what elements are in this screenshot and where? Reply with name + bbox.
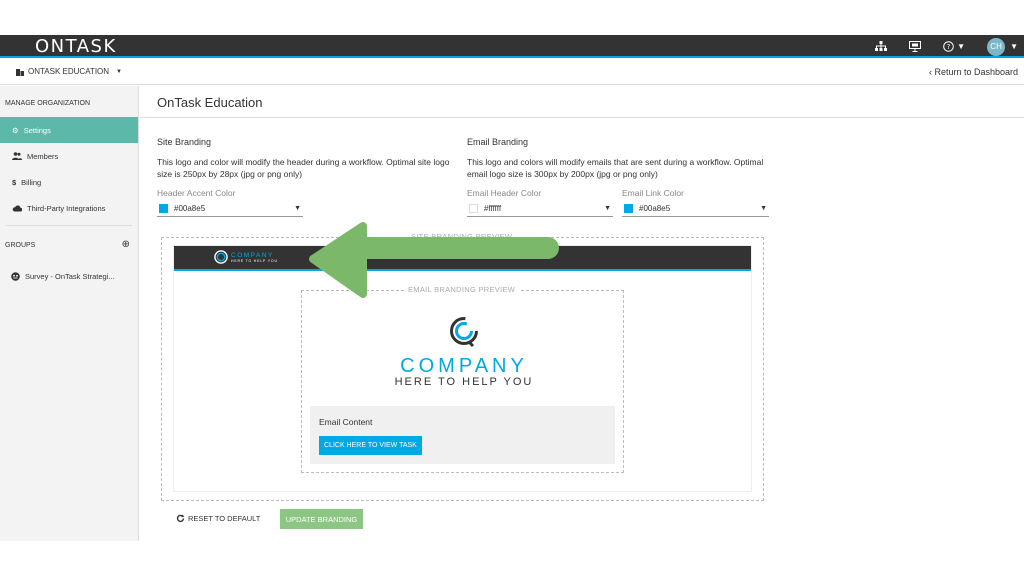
presentation-icon[interactable]: [909, 41, 922, 52]
update-branding-button[interactable]: UPDATE BRANDING: [280, 509, 363, 529]
sidebar-item-label: Members: [27, 151, 59, 161]
email-content-box: Email Content CLICK HERE TO VIEW TASK: [310, 406, 615, 464]
site-branding-description: This logo and color will modify the head…: [157, 157, 450, 179]
add-group-icon[interactable]: ⊕: [122, 239, 130, 250]
sidebar-item-label: Settings: [23, 125, 51, 135]
site-logo-tagline: HERE TO HELP YOU: [231, 258, 278, 263]
sidebar-item-third-party-integrations[interactable]: Third-Party Integrations: [0, 195, 138, 221]
return-to-dashboard-link[interactable]: ‹ Return to Dashboard: [929, 67, 1018, 77]
email-branding-preview-legend: EMAIL BRANDING PREVIEW: [404, 285, 520, 294]
chevron-down-icon: ▼: [1010, 42, 1018, 51]
building-icon: [16, 68, 24, 76]
email-link-color-swatch: [624, 204, 633, 213]
title-divider: [140, 117, 1024, 118]
sidebar-divider: [6, 225, 132, 226]
manage-organization-heading: MANAGE ORGANIZATION: [5, 100, 91, 107]
site-logo-company: COMPANY: [231, 251, 274, 259]
site-branding-preview-legend: SITE BRANDING PREVIEW: [407, 232, 517, 241]
email-branding-description: This logo and colors will modify emails …: [467, 157, 764, 179]
email-header-color-swatch: [469, 204, 478, 213]
sidebar-item-members[interactable]: Members: [0, 143, 138, 169]
avatar: CH: [987, 37, 1006, 56]
cloud-icon: [12, 205, 22, 212]
view-task-button[interactable]: CLICK HERE TO VIEW TASK: [319, 436, 422, 455]
accent-color-swatch: [159, 204, 168, 213]
sidebar-item-billing[interactable]: $ Billing: [0, 169, 138, 195]
help-icon: ?: [943, 41, 954, 52]
email-header-color-value: #ffffff: [484, 204, 502, 213]
page-title: OnTask Education: [157, 95, 263, 110]
gear-icon: ⚙: [12, 125, 19, 135]
users-icon: [12, 152, 22, 160]
email-header-color-select[interactable]: #ffffff ▼: [467, 201, 613, 217]
company-logo-icon: [214, 250, 228, 264]
organization-name: ONTASK EDUCATION: [28, 67, 110, 76]
header-accent-color-label: Header Accent Color: [157, 188, 236, 198]
dollar-icon: $: [12, 177, 17, 187]
user-menu[interactable]: CH ▼: [987, 37, 1018, 56]
chevron-down-icon: ▼: [116, 68, 122, 75]
email-branding-heading: Email Branding: [467, 137, 529, 147]
groups-heading: GROUPS ⊕: [0, 230, 138, 263]
chevron-down-icon: ▼: [760, 205, 767, 212]
app-logo[interactable]: ONTASK: [35, 36, 117, 57]
email-header-color-label: Email Header Color: [467, 188, 542, 198]
chevron-down-icon: ▼: [604, 205, 611, 212]
reset-to-default-label: RESET TO DEFAULT: [188, 514, 261, 523]
app-window: ONTASK ? ▼ CH ▼ ONTASK EDUCATION ▼ ‹ Ret: [0, 35, 1024, 541]
site-preview-logo: COMPANY HERE TO HELP YOU: [214, 250, 278, 264]
email-link-color-label: Email Link Color: [622, 188, 684, 198]
sidebar-item-label: Billing: [21, 177, 42, 187]
refresh-icon: [176, 514, 185, 523]
chevron-down-icon: ▼: [294, 205, 301, 212]
sidebar-group-item[interactable]: Survey - OnTask Strategi...: [0, 263, 138, 289]
company-logo-icon: [450, 317, 478, 348]
email-link-color-value: #00a8e5: [639, 204, 671, 213]
top-navigation-bar: ONTASK ? ▼ CH ▼: [0, 35, 1024, 58]
header-accent-color-select[interactable]: #00a8e5 ▼: [157, 201, 303, 217]
group-label: Survey - OnTask Strategi...: [25, 271, 115, 281]
email-preview-logo: COMPANY HERE TO HELP YOU: [389, 316, 539, 388]
sidebar-item-settings[interactable]: ⚙ Settings: [0, 117, 138, 143]
logo-text: ONTASK: [35, 36, 117, 57]
help-dropdown[interactable]: ? ▼: [943, 41, 965, 52]
header-accent-color-value: #00a8e5: [174, 204, 206, 213]
sidebar-item-label: Third-Party Integrations: [27, 203, 106, 213]
sitemap-icon[interactable]: [875, 41, 888, 52]
svg-text:?: ?: [947, 43, 951, 51]
email-link-color-select[interactable]: #00a8e5 ▼: [622, 201, 769, 217]
email-content-label: Email Content: [319, 417, 373, 427]
organization-dropdown[interactable]: ONTASK EDUCATION ▼: [16, 67, 122, 76]
chevron-down-icon: ▼: [957, 42, 966, 51]
groups-heading-label: GROUPS: [5, 242, 36, 249]
reset-to-default-button[interactable]: RESET TO DEFAULT: [176, 514, 260, 523]
top-icons: ? ▼ CH ▼: [875, 35, 1024, 58]
group-icon: [11, 271, 20, 281]
email-logo-company: COMPANY: [400, 355, 528, 377]
email-logo-tagline: HERE TO HELP YOU: [394, 376, 534, 388]
site-preview-header: COMPANY HERE TO HELP YOU: [174, 246, 751, 271]
sidebar: MANAGE ORGANIZATION ⚙ Settings Members $…: [0, 86, 139, 541]
site-branding-heading: Site Branding: [157, 137, 212, 147]
sub-navigation-bar: ONTASK EDUCATION ▼ ‹ Return to Dashboard: [0, 60, 1024, 85]
